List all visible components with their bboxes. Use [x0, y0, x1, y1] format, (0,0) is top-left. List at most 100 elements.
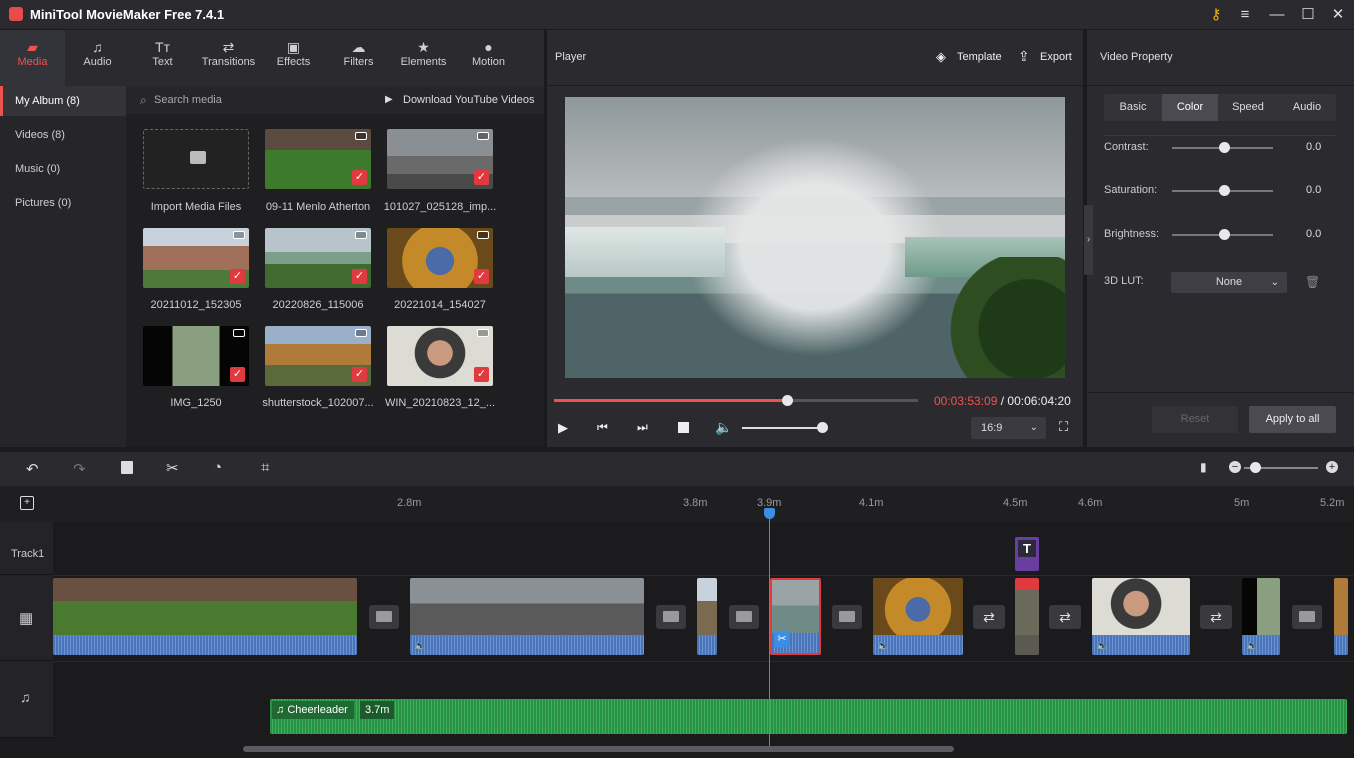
video-clip[interactable]: [1334, 578, 1348, 655]
export-button[interactable]: Export: [1040, 51, 1072, 63]
audio-waveform: [410, 635, 644, 655]
volume-handle[interactable]: [817, 422, 828, 433]
progress-handle[interactable]: [781, 395, 793, 406]
sidebar-item-music[interactable]: Music (0): [0, 154, 126, 184]
timeline-scrollbar[interactable]: [243, 746, 954, 752]
swap-icon: ⇄: [1059, 609, 1071, 625]
video-clip[interactable]: 🔈: [1092, 578, 1190, 655]
playhead-handle[interactable]: [764, 508, 775, 519]
speed-icon[interactable]: ◔: [213, 459, 222, 476]
close-button[interactable]: ✕: [1326, 4, 1350, 26]
media-thumb[interactable]: ✓: [143, 326, 249, 386]
checkmark-icon[interactable]: ✓: [352, 269, 367, 284]
checkmark-icon[interactable]: ✓: [352, 367, 367, 382]
saturation-handle[interactable]: [1219, 185, 1230, 196]
previous-frame-icon[interactable]: ⏮: [597, 420, 608, 435]
aspect-ratio-select[interactable]: 16:9 ⌄: [971, 417, 1046, 439]
transition-slot[interactable]: [1292, 605, 1322, 629]
checkmark-icon[interactable]: ✓: [474, 269, 489, 284]
media-thumb[interactable]: ✓: [387, 228, 493, 288]
transition-applied[interactable]: ⇄: [1049, 605, 1081, 629]
media-thumb[interactable]: ✓: [387, 326, 493, 386]
transition-applied[interactable]: ⇄: [973, 605, 1005, 629]
tab-audio[interactable]: ♫ Audio: [65, 30, 130, 86]
lut-select[interactable]: None ⌄: [1171, 272, 1287, 293]
tab-transitions[interactable]: ⇄ Transitions: [196, 30, 261, 86]
tab-effects[interactable]: ▣ Effects: [261, 30, 326, 86]
delete-icon[interactable]: [121, 461, 133, 474]
tab-motion[interactable]: ● Motion: [456, 30, 521, 86]
stop-icon[interactable]: [678, 422, 689, 433]
minimize-button[interactable]: —: [1265, 4, 1289, 26]
video-clip[interactable]: 🔈: [873, 578, 963, 655]
fit-timeline-icon[interactable]: ▮: [1200, 460, 1207, 474]
audio-clip[interactable]: ♫ Cheerleader 3.7m: [270, 699, 1347, 734]
tab-audio[interactable]: Audio: [1278, 94, 1336, 121]
transition-slot[interactable]: [729, 605, 759, 629]
media-thumb[interactable]: ✓: [265, 129, 371, 189]
import-media-button[interactable]: [143, 129, 249, 189]
video-track-header: ▦: [0, 575, 53, 661]
media-thumb[interactable]: ✓: [143, 228, 249, 288]
tab-filters[interactable]: ☁ Filters: [326, 30, 391, 86]
video-clip[interactable]: 🔈: [410, 578, 644, 655]
audio-waveform: [53, 635, 357, 655]
trash-icon[interactable]: 🗑: [1305, 275, 1320, 289]
zoom-out-icon[interactable]: −: [1229, 461, 1241, 473]
search-input[interactable]: Search media: [154, 94, 222, 106]
tab-elements[interactable]: ★ Elements: [391, 30, 456, 86]
collapse-panel-button[interactable]: ›: [1084, 205, 1093, 275]
checkmark-icon[interactable]: ✓: [474, 367, 489, 382]
tab-text[interactable]: Tт Text: [130, 30, 195, 86]
media-thumb[interactable]: ✓: [265, 326, 371, 386]
download-youtube-button[interactable]: Download YouTube Videos: [403, 94, 535, 106]
sidebar-item-pictures[interactable]: Pictures (0): [0, 188, 126, 218]
sidebar-item-videos[interactable]: Videos (8): [0, 120, 126, 150]
maximize-button[interactable]: ☐: [1296, 4, 1320, 26]
apply-to-all-button[interactable]: Apply to all: [1249, 406, 1336, 433]
checkmark-icon[interactable]: ✓: [474, 170, 489, 185]
contrast-handle[interactable]: [1219, 142, 1230, 153]
split-icon[interactable]: ✂: [166, 459, 179, 477]
checkmark-icon[interactable]: ✓: [352, 170, 367, 185]
zoom-handle[interactable]: [1250, 462, 1261, 473]
template-button[interactable]: Template: [957, 51, 1002, 63]
tab-media[interactable]: ▰ Media: [0, 30, 65, 86]
video-clip[interactable]: 🔈: [1242, 578, 1280, 655]
timeline-ruler[interactable]: +: [0, 486, 1354, 522]
fullscreen-icon[interactable]: ⛶: [1059, 419, 1068, 435]
checkmark-icon[interactable]: ✓: [230, 367, 245, 382]
video-preview[interactable]: [565, 97, 1065, 378]
tab-speed[interactable]: Speed: [1218, 94, 1278, 121]
checkmark-icon[interactable]: ✓: [230, 269, 245, 284]
split-marker-icon[interactable]: ✂: [774, 631, 790, 647]
tab-basic[interactable]: Basic: [1104, 94, 1162, 121]
video-clip[interactable]: [53, 578, 357, 655]
next-frame-icon[interactable]: ⏭: [637, 420, 648, 435]
media-thumb[interactable]: ✓: [387, 129, 493, 189]
sidebar-item-my-album[interactable]: My Album (8): [0, 86, 126, 116]
transition-applied[interactable]: ⇄: [1200, 605, 1232, 629]
video-clip[interactable]: [1015, 578, 1039, 655]
key-icon[interactable]: ⚷: [1204, 4, 1228, 26]
undo-icon[interactable]: ↶: [26, 460, 39, 478]
ruler-tick: 5.2m: [1320, 497, 1345, 509]
transition-slot[interactable]: [656, 605, 686, 629]
menu-icon[interactable]: ≡: [1233, 4, 1257, 26]
video-clip[interactable]: [697, 578, 717, 655]
add-track-icon[interactable]: +: [20, 496, 34, 510]
media-thumb[interactable]: ✓: [265, 228, 371, 288]
transition-slot[interactable]: [369, 605, 399, 629]
tab-color[interactable]: Color: [1162, 94, 1218, 121]
video-camera-icon: [477, 231, 489, 239]
play-icon[interactable]: ▶: [558, 420, 568, 436]
redo-icon[interactable]: ↷: [73, 460, 86, 478]
transition-slot[interactable]: [832, 605, 862, 629]
volume-icon[interactable]: 🔈: [715, 419, 732, 436]
zoom-in-icon[interactable]: +: [1326, 461, 1338, 473]
reset-button[interactable]: Reset: [1152, 406, 1238, 433]
crop-icon[interactable]: ⌗: [261, 459, 269, 476]
brightness-handle[interactable]: [1219, 229, 1230, 240]
chevron-down-icon: ⌄: [1270, 277, 1279, 288]
text-clip[interactable]: T: [1015, 537, 1039, 571]
